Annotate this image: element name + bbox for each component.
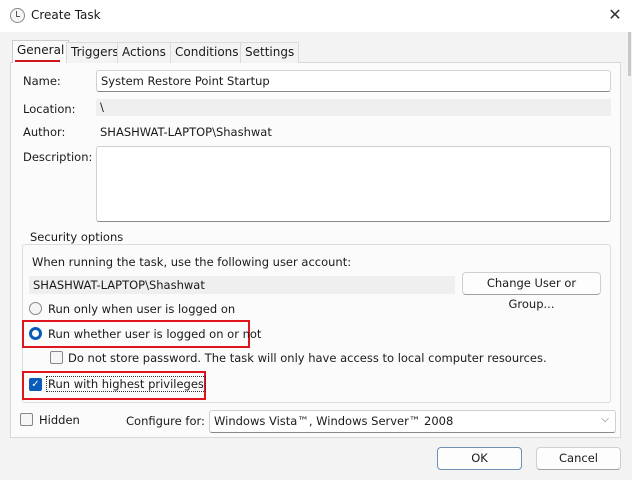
hidden-checkbox[interactable]	[20, 413, 33, 426]
name-label: Name:	[23, 74, 61, 88]
account-prompt: When running the task, use the following…	[32, 255, 351, 269]
do-not-store-password-checkbox[interactable]	[50, 351, 63, 364]
highest-privileges-label[interactable]: Run with highest privileges	[47, 377, 205, 391]
name-input[interactable]: System Restore Point Startup	[96, 70, 611, 92]
scrollbar[interactable]	[628, 32, 631, 76]
configure-for-label: Configure for:	[126, 414, 205, 428]
user-account-value: SHASHWAT-LAPTOP\Shashwat	[29, 276, 455, 294]
description-label: Description:	[23, 150, 92, 164]
window-title: Create Task	[31, 8, 101, 22]
tab-settings[interactable]: Settings	[240, 42, 299, 63]
clock-icon	[10, 8, 25, 23]
chevron-down-icon: ⌵	[601, 414, 609, 425]
change-user-button[interactable]: Change User or Group...	[462, 272, 601, 295]
security-options-label: Security options	[27, 230, 126, 244]
radio-whether-logged-on-label[interactable]: Run whether user is logged on or not	[48, 327, 261, 341]
tab-actions[interactable]: Actions	[117, 42, 171, 63]
author-value: SHASHWAT-LAPTOP\Shashwat	[100, 125, 272, 139]
hidden-label[interactable]: Hidden	[39, 413, 80, 427]
tab-conditions[interactable]: Conditions	[170, 42, 244, 63]
description-textarea[interactable]	[96, 146, 611, 222]
configure-for-value: Windows Vista™, Windows Server™ 2008	[214, 414, 453, 428]
radio-logged-on-label[interactable]: Run only when user is logged on	[48, 302, 235, 316]
ok-button[interactable]: OK	[437, 447, 522, 470]
highest-privileges-checkbox[interactable]: ✓	[29, 378, 42, 391]
radio-whether-logged-on[interactable]	[29, 327, 42, 340]
do-not-store-password-label[interactable]: Do not store password. The task will onl…	[68, 351, 547, 365]
tab-highlight-underline	[15, 60, 60, 62]
location-label: Location:	[23, 102, 76, 116]
author-label: Author:	[23, 125, 65, 139]
title-bar: Create Task ✕	[0, 0, 632, 32]
location-value: \	[96, 99, 611, 116]
configure-for-select[interactable]: Windows Vista™, Windows Server™ 2008 ⌵	[209, 410, 616, 433]
radio-logged-on[interactable]	[29, 302, 42, 315]
close-button[interactable]: ✕	[604, 4, 626, 26]
tab-triggers[interactable]: Triggers	[66, 42, 124, 63]
cancel-button[interactable]: Cancel	[536, 447, 621, 470]
